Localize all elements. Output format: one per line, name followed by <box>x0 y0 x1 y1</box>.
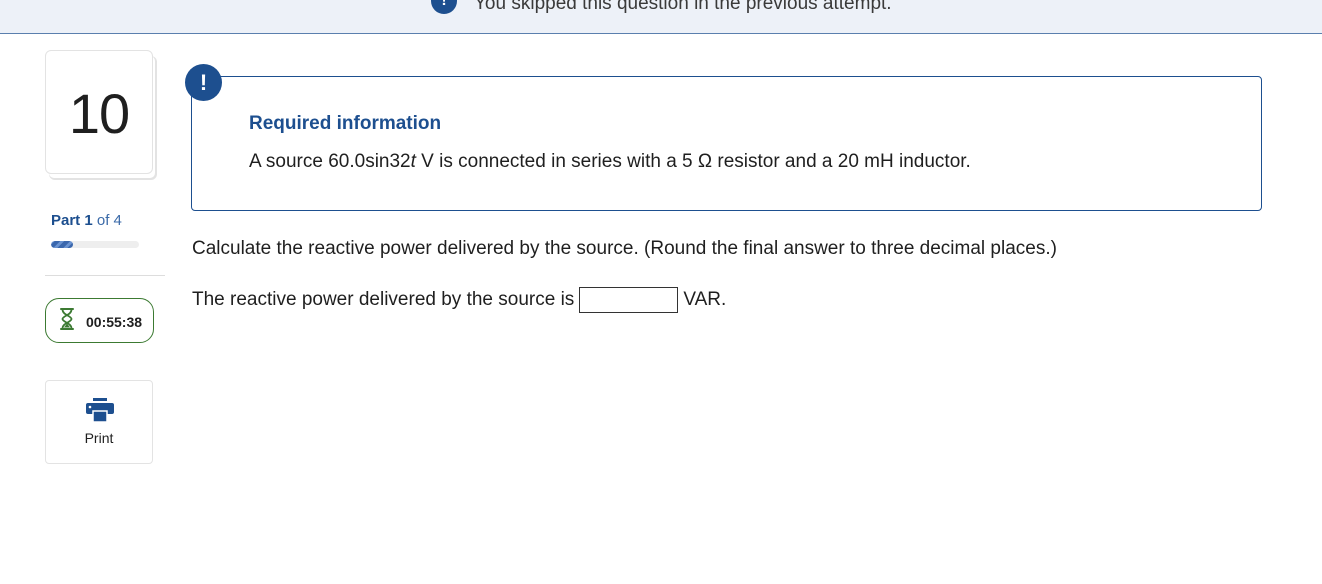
part-progress-bar <box>51 241 139 248</box>
print-label: Print <box>84 430 114 446</box>
required-info-text: A source 60.0sin32t V is connected in se… <box>249 151 971 173</box>
answer-prefix: The reactive power delivered by the sour… <box>192 289 575 310</box>
skipped-banner: ! You skipped this question in the previ… <box>0 0 1322 34</box>
divider <box>45 275 165 276</box>
part-label: Part <box>51 212 81 229</box>
printer-icon <box>86 398 114 423</box>
hourglass-icon <box>60 308 74 330</box>
answer-input[interactable] <box>579 287 679 313</box>
answer-unit: VAR. <box>683 289 727 310</box>
required-info-text-end: V is connected in series with a 5 Ω resi… <box>415 151 971 172</box>
question-text: Calculate the reactive power delivered b… <box>192 238 1057 259</box>
required-info-text-start: A source 60.0sin32 <box>249 151 411 172</box>
banner-text: You skipped this question in the previou… <box>474 0 892 14</box>
part-current: 1 <box>84 212 93 229</box>
timer-value: 00:55:38 <box>86 314 143 330</box>
exclamation-icon: ! <box>185 64 222 101</box>
question-number: 10 <box>68 82 130 145</box>
timer[interactable]: 00:55:38 <box>45 298 154 343</box>
answer-line: The reactive power delivered by the sour… <box>192 287 726 313</box>
question-number-card: 10 <box>45 50 153 174</box>
alert-icon: ! <box>431 0 457 14</box>
print-button[interactable]: Print <box>45 380 153 464</box>
part-progress-fill <box>51 241 73 248</box>
part-total: of 4 <box>96 212 122 229</box>
part-indicator: Part 1 of 4 <box>51 212 122 229</box>
required-information-box: Required information A source 60.0sin32t… <box>191 76 1262 211</box>
required-info-title: Required information <box>249 113 442 134</box>
